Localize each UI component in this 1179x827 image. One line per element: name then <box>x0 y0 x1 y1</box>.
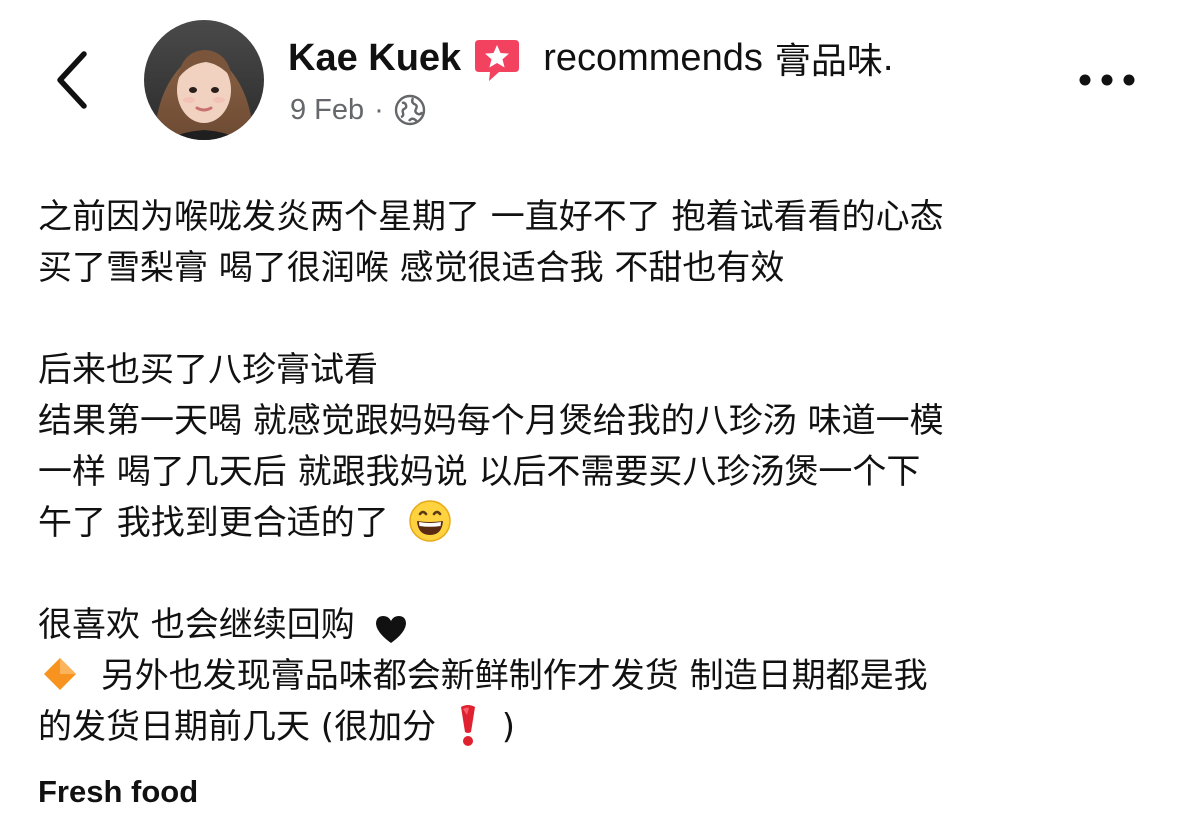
avatar-image <box>144 20 264 140</box>
post-text-line-with-emoji: 另外也发现膏品味都会新鲜制作才发货 制造日期都是我 <box>38 651 1158 702</box>
post-text-segment: ) <box>501 707 515 747</box>
recommendation-tag[interactable]: Fresh food <box>38 774 198 810</box>
more-dots-icon <box>1079 74 1135 86</box>
post-text-segment: 另外也发现膏品味都会新鲜制作才发货 制造日期都是我 <box>100 656 928 696</box>
post-body: 之前因为喉咙发炎两个星期了 一直好不了 抱着试看看的心态 买了雪梨膏 喝了很润喉… <box>38 192 1158 753</box>
post-date[interactable]: 9 Feb <box>290 94 364 127</box>
post-title-line: Kae Kuek recommends 膏品味 . <box>288 30 893 86</box>
author-name[interactable]: Kae Kuek <box>288 37 461 80</box>
recommended-page-name[interactable]: 膏品味 <box>775 32 883 84</box>
globe-icon <box>394 94 426 126</box>
post-text-line: 后来也买了八珍膏试看 <box>38 350 378 390</box>
meta-separator: · <box>374 93 384 126</box>
post-text-line: 之前因为喉咙发炎两个星期了 一直好不了 抱着试看看的心态 <box>38 197 944 237</box>
post-text-line-with-emoji: 午了 我找到更合适的了 <box>38 498 1158 549</box>
back-button[interactable] <box>48 44 96 116</box>
recommend-star-icon <box>473 36 521 84</box>
post-text-line: 买了雪梨膏 喝了很润喉 感觉很适合我 不甜也有效 <box>38 248 785 288</box>
post-text-line: 结果第一天喝 就感觉跟妈妈每个月煲给我的八珍汤 味道一模 <box>38 401 944 441</box>
orange-diamond-emoji <box>42 656 78 692</box>
post-meta: 9 Feb · <box>290 90 426 130</box>
post-text-line-with-emoji: 的发货日期前几天 (很加分 ) <box>38 702 1158 753</box>
post-text-line: 一样 喝了几天后 就跟我妈说 以后不需要买八珍汤煲一个下 <box>38 452 921 492</box>
post-text-line-with-emoji: 很喜欢 也会继续回购 <box>38 600 1158 651</box>
author-avatar[interactable] <box>144 20 264 140</box>
black-heart-emoji <box>374 608 408 643</box>
page-name-period: . <box>882 36 894 79</box>
recommends-label: recommends <box>543 36 763 79</box>
post-header: Kae Kuek recommends 膏品味 . 9 Feb · <box>0 0 1179 170</box>
more-options-button[interactable] <box>1075 62 1139 98</box>
grinning-face-emoji <box>408 499 452 543</box>
post-text-segment: 的发货日期前几天 (很加分 <box>38 707 437 747</box>
post-text-segment: 很喜欢 也会继续回购 <box>38 605 355 645</box>
chevron-left-icon <box>57 51 87 109</box>
post-text-segment: 午了 我找到更合适的了 <box>38 503 389 543</box>
red-exclamation-emoji <box>453 703 483 747</box>
